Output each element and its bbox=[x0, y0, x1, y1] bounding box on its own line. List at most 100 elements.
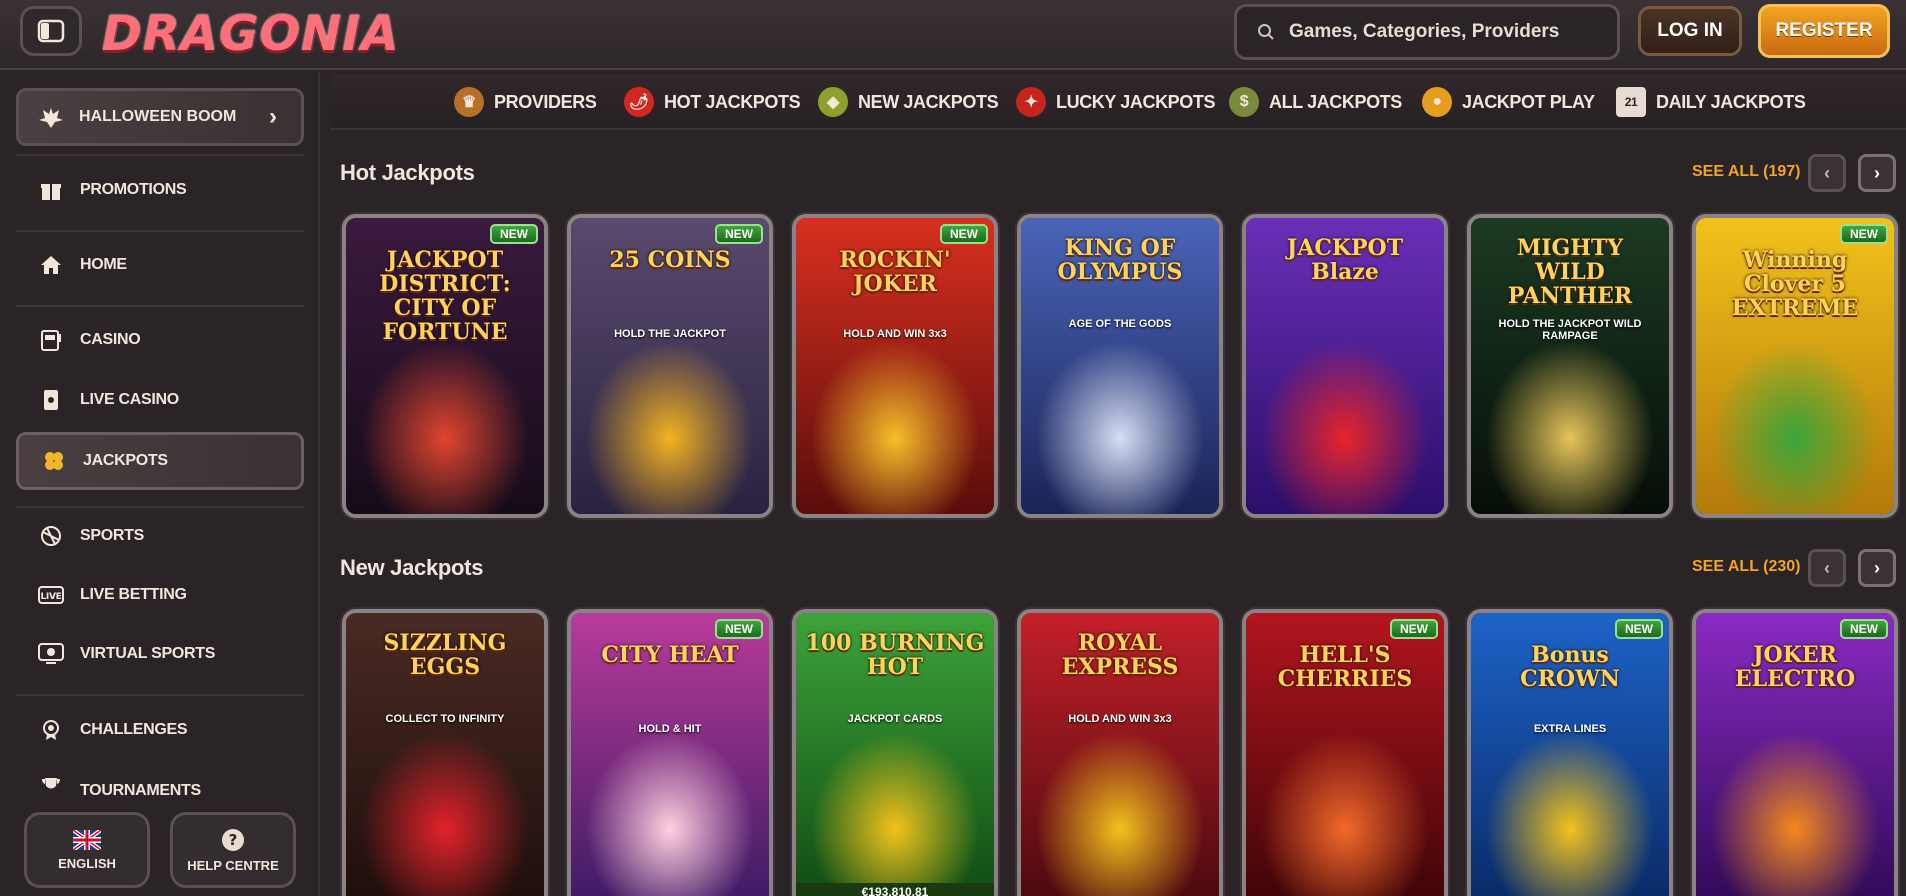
game-card[interactable]: ROYAL EXPRESS HOLD AND WIN 3x3 bbox=[1017, 609, 1223, 896]
sidebar-item-jackpots[interactable]: JACKPOTS bbox=[16, 432, 304, 490]
dragonia-logo[interactable]: DRAGONIA bbox=[102, 4, 398, 64]
jackpot-amount: €193,810.81 bbox=[796, 883, 994, 896]
home-icon bbox=[38, 252, 64, 278]
game-card[interactable]: HELL'S CHERRIES NEW bbox=[1242, 609, 1448, 896]
sidebar-item-label: LIVE CASINO bbox=[80, 391, 179, 408]
sidebar-item-label: CHALLENGES bbox=[80, 721, 188, 738]
category-hot-jackpots[interactable]: 🌶 HOT JACKPOTS bbox=[624, 84, 801, 120]
virtual-ball-icon bbox=[38, 641, 64, 667]
game-card[interactable]: 25 COINS HOLD THE JACKPOT NEW bbox=[567, 214, 773, 518]
chili-icon: 🌶 bbox=[624, 87, 654, 117]
new-badge: NEW bbox=[715, 224, 763, 244]
search-icon bbox=[1258, 24, 1274, 40]
sidebar-item-label: LIVE BETTING bbox=[80, 586, 187, 603]
category-label: NEW JACKPOTS bbox=[858, 91, 999, 112]
language-label: ENGLISH bbox=[58, 855, 116, 871]
game-card[interactable]: JACKPOT Blaze bbox=[1242, 214, 1448, 518]
category-jackpot-play[interactable]: ● JACKPOT PLAY bbox=[1422, 84, 1595, 120]
carousel-next-button[interactable]: › bbox=[1858, 549, 1896, 587]
game-card[interactable]: CITY HEAT HOLD & HIT NEW bbox=[567, 609, 773, 896]
chevron-right-icon: › bbox=[1874, 162, 1880, 183]
game-card[interactable]: SIZZLING EGGS COLLECT TO INFINITY bbox=[342, 609, 548, 896]
game-card[interactable]: Bonus CROWN EXTRA LINES NEW bbox=[1467, 609, 1673, 896]
game-card[interactable]: JACKPOT DISTRICT: CITY OF FORTUNE NEW bbox=[342, 214, 548, 518]
game-title: MIGHTY WILD PANTHER bbox=[1507, 235, 1633, 309]
see-all-new-jackpots[interactable]: SEE ALL (230) bbox=[1692, 558, 1800, 576]
sidebar-toggle-icon bbox=[37, 19, 65, 43]
promo-label: HALLOWEEN BOOM bbox=[79, 108, 237, 125]
game-title: JACKPOT DISTRICT: CITY OF FORTUNE bbox=[379, 247, 511, 345]
coin-bag-icon: ● bbox=[1422, 87, 1452, 117]
game-artwork bbox=[796, 715, 994, 896]
register-button[interactable]: REGISTER bbox=[1758, 4, 1890, 58]
chevron-left-icon: ‹ bbox=[1824, 557, 1830, 578]
divider bbox=[16, 154, 304, 156]
cards-icon bbox=[38, 387, 64, 413]
login-button[interactable]: LOG IN bbox=[1638, 6, 1742, 56]
chevron-right-icon: › bbox=[1874, 557, 1880, 578]
help-centre-button[interactable]: ? HELP CENTRE bbox=[170, 812, 296, 888]
chevron-right-icon: › bbox=[269, 103, 277, 130]
category-lucky-jackpots[interactable]: ✦ LUCKY JACKPOTS bbox=[1016, 84, 1215, 120]
game-title: ROCKIN' JOKER bbox=[839, 247, 951, 297]
divider bbox=[16, 305, 304, 307]
medal-icon bbox=[38, 717, 64, 743]
game-card[interactable]: JOKER ELECTRO NEW bbox=[1692, 609, 1898, 896]
new-badge: NEW bbox=[1390, 619, 1438, 639]
sidebar: HALLOWEEN BOOM › PROMOTIONS HOME CASINO … bbox=[0, 72, 320, 896]
carousel-prev-button[interactable]: ‹ bbox=[1808, 549, 1846, 587]
category-new-jackpots[interactable]: ◆ NEW JACKPOTS bbox=[818, 84, 999, 120]
sidebar-item-home[interactable]: HOME bbox=[16, 241, 304, 289]
sidebar-item-tournaments[interactable]: TOURNAMENTS bbox=[16, 766, 304, 800]
category-label: HOT JACKPOTS bbox=[664, 91, 801, 112]
sidebar-item-live-betting[interactable]: LIVE LIVE BETTING bbox=[16, 571, 304, 619]
money-bag-icon: $ bbox=[1229, 87, 1259, 117]
sidebar-item-casino[interactable]: CASINO bbox=[16, 316, 304, 364]
sidebar-item-live-casino[interactable]: LIVE CASINO bbox=[16, 376, 304, 424]
game-card[interactable]: Winning Clover 5 EXTREME NEW bbox=[1692, 214, 1898, 518]
see-all-hot-jackpots[interactable]: SEE ALL (197) bbox=[1692, 163, 1800, 181]
category-label: ALL JACKPOTS bbox=[1269, 91, 1402, 112]
game-artwork bbox=[796, 324, 994, 514]
section-title-new-jackpots: New Jackpots bbox=[340, 555, 484, 580]
search-input[interactable] bbox=[1289, 21, 1609, 43]
game-title: ROYAL EXPRESS bbox=[1061, 630, 1179, 680]
game-title: Bonus CROWN bbox=[1520, 642, 1620, 692]
halloween-boom-promo[interactable]: HALLOWEEN BOOM › bbox=[16, 88, 304, 146]
category-providers[interactable]: ♛ PROVIDERS bbox=[454, 84, 597, 120]
game-card[interactable]: 100 BURNING HOT JACKPOT CARDS €193,810.81 bbox=[792, 609, 998, 896]
game-artwork bbox=[1696, 715, 1894, 896]
sidebar-item-virtual-sports[interactable]: VIRTUAL SPORTS bbox=[16, 630, 304, 678]
category-daily-jackpots[interactable]: 21 DAILY JACKPOTS bbox=[1616, 84, 1806, 120]
sidebar-item-promotions[interactable]: PROMOTIONS bbox=[16, 166, 304, 214]
carousel-prev-button[interactable]: ‹ bbox=[1808, 154, 1846, 192]
game-title: JOKER ELECTRO bbox=[1734, 642, 1856, 692]
carousel-next-button[interactable]: › bbox=[1858, 154, 1896, 192]
divider bbox=[16, 694, 304, 696]
new-badge: NEW bbox=[940, 224, 988, 244]
language-button[interactable]: ENGLISH bbox=[24, 812, 150, 888]
sidebar-item-label: HOME bbox=[80, 256, 127, 273]
sidebar-item-challenges[interactable]: CHALLENGES bbox=[16, 706, 304, 754]
game-artwork bbox=[1471, 715, 1669, 896]
game-title: Winning Clover 5 EXTREME bbox=[1731, 247, 1859, 321]
sidebar-item-sports[interactable]: SPORTS bbox=[16, 512, 304, 560]
game-card[interactable]: MIGHTY WILD PANTHER HOLD THE JACKPOT WILD… bbox=[1467, 214, 1673, 518]
game-title: 100 BURNING HOT bbox=[805, 630, 985, 680]
game-subtitle: JACKPOT CARDS bbox=[847, 713, 943, 725]
bat-icon bbox=[39, 108, 63, 128]
sidebar-item-label: JACKPOTS bbox=[83, 452, 168, 469]
search-box[interactable] bbox=[1234, 4, 1620, 60]
category-label: LUCKY JACKPOTS bbox=[1056, 91, 1216, 112]
game-card[interactable]: KING OF OLYMPUS AGE OF THE GODS bbox=[1017, 214, 1223, 518]
game-subtitle: HOLD THE JACKPOT WILD RAMPAGE bbox=[1498, 318, 1642, 342]
chevron-left-icon: ‹ bbox=[1824, 162, 1830, 183]
new-badge: NEW bbox=[1615, 619, 1663, 639]
providers-icon: ♛ bbox=[454, 87, 484, 117]
sidebar-toggle-button[interactable] bbox=[20, 6, 82, 56]
category-all-jackpots[interactable]: $ ALL JACKPOTS bbox=[1229, 84, 1402, 120]
game-card[interactable]: ROCKIN' JOKER HOLD AND WIN 3x3 NEW bbox=[792, 214, 998, 518]
gift-icon bbox=[38, 177, 64, 203]
gem-icon: ◆ bbox=[818, 87, 848, 117]
game-artwork bbox=[1246, 715, 1444, 896]
